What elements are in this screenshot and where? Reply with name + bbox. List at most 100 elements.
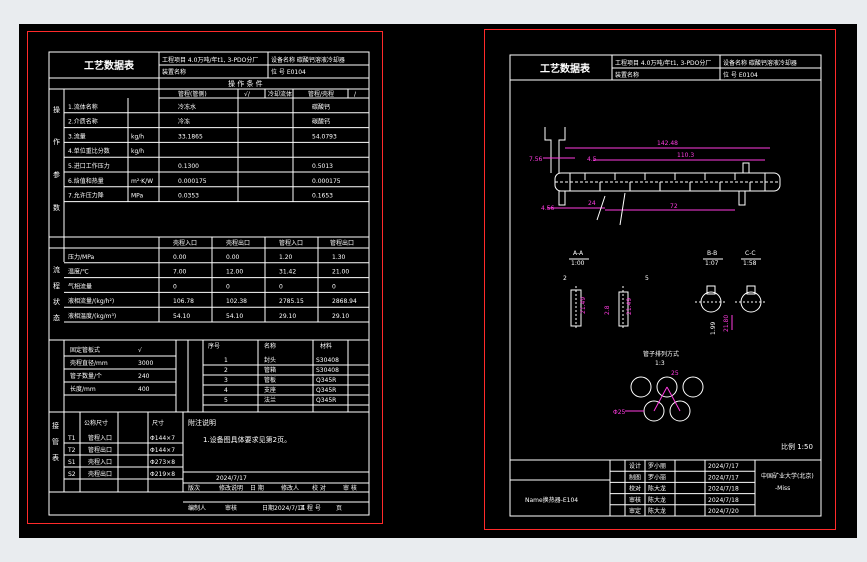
sec-dim-3: 21.49 [626,298,633,315]
tb-name: 罗小丽 [648,473,666,481]
cond-row-shell: 冷冻 [178,118,190,126]
mid-row-value: 54.10 [226,313,243,320]
side-label-2: 参 [53,170,60,179]
mid-row-value: 102.38 [226,298,247,305]
nozzle-id: T2 [67,447,76,454]
bottom-cell: 工 程 号 [299,504,321,512]
drawing-ratio: 比例 1:50 [781,442,813,451]
sec-dim-0: 2 [563,275,567,282]
col-fluid-tube: 管程/壳程 [308,90,334,98]
col-check2: / [354,91,357,98]
nozzle-header-1: 公称尺寸 [84,419,108,427]
mid-row-label: 液相流量/(kg/h²) [68,297,114,305]
nozzle-size: Φ273×8 [150,459,175,466]
nozzle-side-0: 接 [52,421,59,430]
nozzle-side-1: 管 [52,437,59,446]
tb-date: 2024/7/18 [708,497,739,504]
mid-side-2: 状 [53,297,60,306]
nozzle-side-2: 表 [52,453,59,462]
cond-row-tube: 54.0793 [312,133,337,140]
mid-row-value: 7.00 [173,269,187,276]
mid-row-value: 29.10 [332,313,349,320]
rev-date: 2024/7/17 [216,475,247,482]
col-check: √/ [244,91,251,98]
mid-header-2: 管程入口 [279,239,303,247]
cond-row-label: 5.进口工作压力 [68,162,110,170]
part-material: Q345R [316,397,336,404]
school-sub: -Miss [775,485,790,492]
tb-role: 审定 [629,507,641,515]
nozzle-id: S1 [68,459,76,466]
mid-row-value: 0 [226,283,230,290]
cond-row-label: 4.单位重比分数 [68,147,110,155]
tb-role: 审核 [629,496,641,504]
tb-role: 设计 [629,462,641,470]
cond-row-shell: 0.1300 [178,163,199,170]
sec-dim-1: 21.49 [580,297,587,314]
mid-row-value: 2785.15 [279,298,304,305]
left-tag: 位 号 E0104 [271,68,306,76]
mid-row-value: 12.00 [226,269,243,276]
design-row-value: 400 [138,386,150,393]
parts-header-2: 材料 [320,342,332,350]
dim-bot-b: 24 [588,200,596,207]
dim-inner: 110.3 [677,152,694,159]
tb-name: 陈大龙 [648,496,666,504]
left-project: 工程项目 4.0万吨/年t1, 3-PDO分厂 [162,56,258,64]
mid-row-value: 21.00 [332,269,349,276]
mid-row-value: 2868.94 [332,298,357,305]
sec-b-label: B-B [707,250,717,257]
left-equipment: 设备名称 碳酸钙溶液冷却器 [271,56,345,64]
cond-row-shell: 0.0353 [178,193,199,200]
nozzle-id: S2 [68,471,76,478]
drawing-canvas[interactable]: 工艺数据表 工程项目 4.0万吨/年t1, 3-PDO分厂 装置名称 设备名称 … [19,24,857,538]
part-material: S30408 [316,367,339,374]
tb-name: 陈大龙 [648,507,666,515]
part-material: Q345R [316,377,336,384]
cond-row-unit: kg/h [131,133,144,140]
cond-row-tube: 0.1653 [312,193,333,200]
school-name: 中国矿业大学(北京) [761,472,814,480]
tb-name: 罗小丽 [648,462,666,470]
part-name: 封头 [264,356,276,364]
parts-header-0: 序号 [208,342,220,350]
cond-row-tube: 0.000175 [312,178,341,185]
cond-row-unit: kg/h [131,148,144,155]
cond-row-tube: 0.5013 [312,163,333,170]
equipment-drawing: 工艺数据表 工程项目 4.0万吨/年t1, 3-PDO分厂 装置名称 设备名称 … [509,54,822,517]
sec-dim-7: 1.99 [710,321,717,335]
tb-name: 陈大龙 [648,485,666,493]
design-row-value: 240 [138,373,150,380]
cond-row-shell: 33.1865 [178,133,203,140]
design-row-label: 管子数量/个 [70,372,102,380]
process-datasheet-sheet: 工艺数据表 工程项目 4.0万吨/年t1, 3-PDO分厂 装置名称 设备名称 … [27,31,383,524]
side-label-1: 作 [53,137,60,146]
nozzle-desc: 壳程出口 [88,470,112,478]
design-row-label: 长度/mm [70,385,96,393]
dim-bot-c: 72 [670,203,678,210]
part-number: 5 [224,397,228,404]
rev-header: 版次 [188,484,200,492]
cond-row-label: 7.允许压力降 [68,192,104,200]
mid-header-0: 壳程入口 [173,239,197,247]
tube-layout-title: 管子排列方式 [643,350,679,358]
nozzle-desc: 管程出口 [88,446,112,454]
design-row-value: 3000 [138,360,153,367]
cond-row-label: 1.流体名称 [68,103,98,111]
part-material: S30408 [316,357,339,364]
cond-row-unit: MPa [131,193,144,200]
mid-row-label: 压力/MPa [68,253,95,261]
dim-left-a: 7.56 [529,156,543,163]
col-fluid-shell: 冷却流体 [268,90,292,98]
tube-pitch: 25 [671,370,679,377]
tb-date: 2024/7/18 [708,486,739,493]
sec-dim-4: 5 [645,275,649,282]
design-row-value: √ [138,347,142,354]
tb-role: 制图 [629,473,641,481]
mid-row-value: 0.00 [173,254,187,261]
mid-row-value: 1.20 [279,254,293,261]
design-row-label: 壳程直径/mm [70,359,108,367]
mid-row-value: 106.78 [173,298,194,305]
rev-header: 校 对 [312,484,326,492]
cond-row-label: 3.流量 [68,132,86,140]
